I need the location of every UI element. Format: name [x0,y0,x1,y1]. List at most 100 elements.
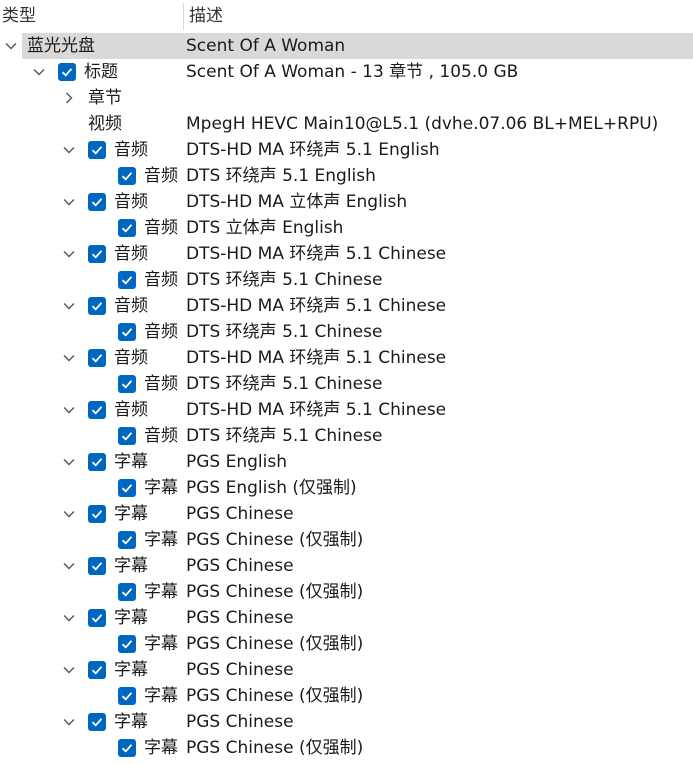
row-description: PGS Chinese (仅强制) [186,738,364,758]
tree-row[interactable]: 音频 DTS 环绕声 5.1 Chinese [0,371,693,397]
chevron-down-icon[interactable] [62,345,78,371]
row-type: 字幕 [114,504,148,524]
track-checkbox[interactable] [88,557,106,575]
track-checkbox[interactable] [118,271,136,289]
tree-row[interactable]: 章节 [0,85,693,111]
chevron-right-icon[interactable] [62,85,78,111]
track-checkbox[interactable] [118,219,136,237]
row-type: 音频 [114,244,148,264]
track-checkbox[interactable] [118,531,136,549]
row-description: DTS-HD MA 环绕声 5.1 Chinese [186,348,447,368]
track-checkbox[interactable] [118,583,136,601]
tree-row[interactable]: 音频 DTS 立体声 English [0,215,693,241]
tree-row[interactable]: 音频 DTS-HD MA 环绕声 5.1 Chinese [0,241,693,267]
track-checkbox[interactable] [88,609,106,627]
track-checkbox[interactable] [88,661,106,679]
track-checkbox[interactable] [88,193,106,211]
tree-row[interactable]: 字幕 PGS Chinese (仅强制) [0,579,693,605]
track-checkbox[interactable] [118,323,136,341]
chevron-down-icon[interactable] [62,501,78,527]
row-type: 音频 [114,296,148,316]
tree-row[interactable]: 字幕 PGS Chinese [0,605,693,631]
chevron-down-icon[interactable] [32,59,48,85]
chevron-down-icon[interactable] [62,657,78,683]
row-type: 章节 [88,88,122,108]
chevron-down-icon[interactable] [62,553,78,579]
track-checkbox[interactable] [118,479,136,497]
row-description: DTS 立体声 English [186,218,344,238]
row-description: PGS Chinese [186,660,294,680]
track-checkbox[interactable] [118,635,136,653]
tree-row[interactable]: 字幕 PGS Chinese (仅强制) [0,631,693,657]
tree-row[interactable]: 音频 DTS 环绕声 5.1 Chinese [0,267,693,293]
chevron-down-icon[interactable] [62,449,78,475]
tree-row[interactable]: 字幕 PGS Chinese [0,553,693,579]
tree-row[interactable]: 音频 DTS 环绕声 5.1 Chinese [0,423,693,449]
row-description: PGS Chinese (仅强制) [186,686,364,706]
row-type: 音频 [144,374,178,394]
chevron-down-icon[interactable] [62,709,78,735]
tree-row[interactable]: 蓝光光盘 Scent Of A Woman [0,33,693,59]
row-type: 音频 [144,426,178,446]
row-description: PGS English (仅强制) [186,478,357,498]
track-checkbox[interactable] [88,401,106,419]
tree-row[interactable]: 视频 MpegH HEVC Main10@L5.1 (dvhe.07.06 BL+… [0,111,693,137]
tree-row[interactable]: 字幕 PGS Chinese (仅强制) [0,527,693,553]
chevron-down-icon[interactable] [4,33,20,59]
tree-row[interactable]: 音频 DTS 环绕声 5.1 English [0,163,693,189]
track-checkbox[interactable] [118,427,136,445]
tree-row[interactable]: 字幕 PGS English [0,449,693,475]
track-checkbox[interactable] [58,63,76,81]
column-header: 类型 描述 [0,0,693,33]
row-description: PGS Chinese [186,712,294,732]
tree-row[interactable]: 音频 DTS-HD MA 立体声 English [0,189,693,215]
tree-row[interactable]: 字幕 PGS Chinese [0,709,693,735]
tree-row[interactable]: 字幕 PGS Chinese [0,501,693,527]
row-selection-highlight [22,33,693,59]
track-checkbox[interactable] [88,297,106,315]
row-description: DTS-HD MA 环绕声 5.1 English [186,140,440,160]
tree-row[interactable]: 字幕 PGS Chinese (仅强制) [0,735,693,761]
row-type: 字幕 [144,738,178,758]
track-checkbox[interactable] [88,505,106,523]
track-checkbox[interactable] [88,453,106,471]
row-type: 字幕 [144,634,178,654]
row-type: 蓝光光盘 [27,36,95,56]
track-checkbox[interactable] [118,167,136,185]
tree-row[interactable]: 音频 DTS-HD MA 环绕声 5.1 Chinese [0,293,693,319]
tree-row[interactable]: 字幕 PGS Chinese (仅强制) [0,683,693,709]
tree-row[interactable]: 音频 DTS-HD MA 环绕声 5.1 Chinese [0,345,693,371]
row-description: Scent Of A Woman [186,36,346,56]
chevron-down-icon[interactable] [62,293,78,319]
track-checkbox[interactable] [88,245,106,263]
row-description: DTS 环绕声 5.1 Chinese [186,270,383,290]
row-type: 音频 [114,140,148,160]
chevron-down-icon[interactable] [62,189,78,215]
tree-row[interactable]: 字幕 PGS English (仅强制) [0,475,693,501]
track-checkbox[interactable] [118,739,136,757]
tree-row[interactable]: 字幕 PGS Chinese [0,657,693,683]
chevron-down-icon[interactable] [62,241,78,267]
track-checkbox[interactable] [88,349,106,367]
track-checkbox[interactable] [88,713,106,731]
track-checkbox[interactable] [118,375,136,393]
column-divider[interactable] [183,3,184,30]
row-type: 音频 [114,348,148,368]
tree-row[interactable]: 音频 DTS 环绕声 5.1 Chinese [0,319,693,345]
tree-row[interactable]: 音频 DTS-HD MA 环绕声 5.1 Chinese [0,397,693,423]
tree-row[interactable]: 标题 Scent Of A Woman - 13 章节 , 105.0 GB [0,59,693,85]
column-type-header[interactable]: 类型 [2,0,36,33]
row-description: Scent Of A Woman - 13 章节 , 105.0 GB [186,62,519,82]
track-checkbox[interactable] [118,687,136,705]
row-type: 字幕 [144,686,178,706]
tree-row[interactable]: 音频 DTS-HD MA 环绕声 5.1 English [0,137,693,163]
chevron-down-icon[interactable] [62,137,78,163]
chevron-down-icon[interactable] [62,397,78,423]
row-type: 音频 [114,400,148,420]
chevron-down-icon[interactable] [62,605,78,631]
row-type: 音频 [144,218,178,238]
row-description: PGS Chinese [186,504,294,524]
track-checkbox[interactable] [88,141,106,159]
row-description: PGS Chinese [186,556,294,576]
column-description-header[interactable]: 描述 [189,0,223,33]
